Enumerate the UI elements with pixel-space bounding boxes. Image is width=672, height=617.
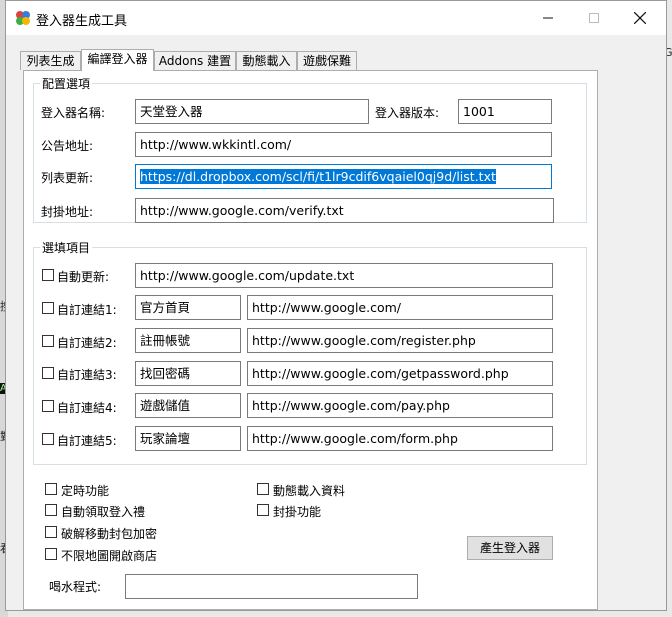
tab-panel: 配置選項 登入器名稱: 天堂登入器 登入器版本: 1001 公告地址: http… [23,70,598,610]
drink-program-label: 喝水程式: [49,580,102,594]
custom-link-4-url[interactable]: http://www.google.com/pay.php [247,393,553,418]
custom-link-2-name[interactable]: 註冊帳號 [135,328,241,353]
block-url-field[interactable]: http://www.google.com/verify.txt [135,198,554,223]
tab-addons-build[interactable]: Addons 建置 [154,51,236,70]
unlimited-shop-label: 不限地圖開啟商店 [61,549,158,563]
timer-checkbox[interactable] [45,483,57,495]
auto-update-checkbox[interactable] [42,269,54,281]
close-icon [634,12,646,24]
custom-link-5-label: 自訂連結5: [57,434,117,448]
auto-update-label: 自動更新: [57,270,110,284]
notice-label: 公告地址: [41,139,94,153]
selected-text: https://dl.dropbox.com/scl/fi/t1lr9cdif6… [140,169,496,184]
list-update-label: 列表更新: [41,171,94,185]
name-label: 登入器名稱: [41,106,106,120]
version-label: 登入器版本: [375,106,440,120]
custom-link-1-label: 自訂連結1: [57,303,117,317]
maximize-button[interactable] [571,1,617,35]
custom-link-1-name[interactable]: 官方首頁 [135,295,241,320]
app-icon [16,11,30,25]
maximize-icon [589,13,599,23]
custom-link-2-checkbox[interactable] [42,335,54,347]
tab-dynamic-load[interactable]: 動態載入 [236,51,297,70]
config-legend: 配置選項 [42,77,91,91]
custom-link-2-url[interactable]: http://www.google.com/register.php [247,328,553,353]
timer-label: 定時功能 [61,484,110,498]
dynamic-load-label: 動態載入資料 [273,484,346,498]
custom-link-4-checkbox[interactable] [42,400,54,412]
window-title: 登入器生成工具 [36,14,128,29]
crack-packet-checkbox[interactable] [45,526,57,538]
custom-link-4-label: 自訂連結4: [57,401,117,415]
auto-update-field[interactable]: http://www.google.com/update.txt [135,263,553,288]
name-field[interactable]: 天堂登入器 [135,99,369,124]
tab-compile-launcher[interactable]: 編譯登入器 [81,49,154,71]
custom-link-5-url[interactable]: http://www.google.com/form.php [247,426,553,451]
block-url-label: 封掛地址: [41,205,94,219]
custom-link-4-name[interactable]: 遊戲儲值 [135,393,241,418]
custom-link-3-name[interactable]: 找回密碼 [135,361,241,386]
custom-link-5-checkbox[interactable] [42,433,54,445]
unlimited-shop-checkbox[interactable] [45,548,57,560]
block-feature-label: 封掛功能 [273,505,322,519]
list-update-field[interactable]: https://dl.dropbox.com/scl/fi/t1lr9cdif6… [135,164,552,189]
dynamic-load-checkbox[interactable] [257,483,269,495]
generate-launcher-button[interactable]: 產生登入器 [467,536,553,560]
auto-claim-label: 自動領取登入禮 [61,505,146,519]
custom-link-3-url[interactable]: http://www.google.com/getpassword.php [247,361,553,386]
minimize-button[interactable] [525,1,571,35]
minimize-icon [543,17,553,19]
optional-legend: 選填項目 [42,241,91,255]
tab-game-protect[interactable]: 遊戲保難 [297,51,357,70]
custom-link-3-label: 自訂連結3: [57,368,117,382]
drink-program-field[interactable] [125,574,418,599]
custom-link-1-url[interactable]: http://www.google.com/ [247,295,553,320]
version-field[interactable]: 1001 [458,99,552,124]
auto-claim-checkbox[interactable] [45,504,57,516]
close-button[interactable] [617,1,663,35]
tab-list-generate[interactable]: 列表生成 [20,51,81,70]
custom-link-5-name[interactable]: 玩家論壇 [135,426,241,451]
custom-link-3-checkbox[interactable] [42,367,54,379]
app-window: 登入器生成工具 列表生成 編譯登入器 Addons 建置 動態載入 遊戲保難 配… [5,0,667,611]
custom-link-2-label: 自訂連結2: [57,336,117,350]
block-feature-checkbox[interactable] [257,504,269,516]
crack-packet-label: 破解移動封包加密 [61,527,158,541]
custom-link-1-checkbox[interactable] [42,302,54,314]
notice-url-field[interactable]: http://www.wkkintl.com/ [135,132,552,157]
title-bar[interactable]: 登入器生成工具 [6,1,666,35]
